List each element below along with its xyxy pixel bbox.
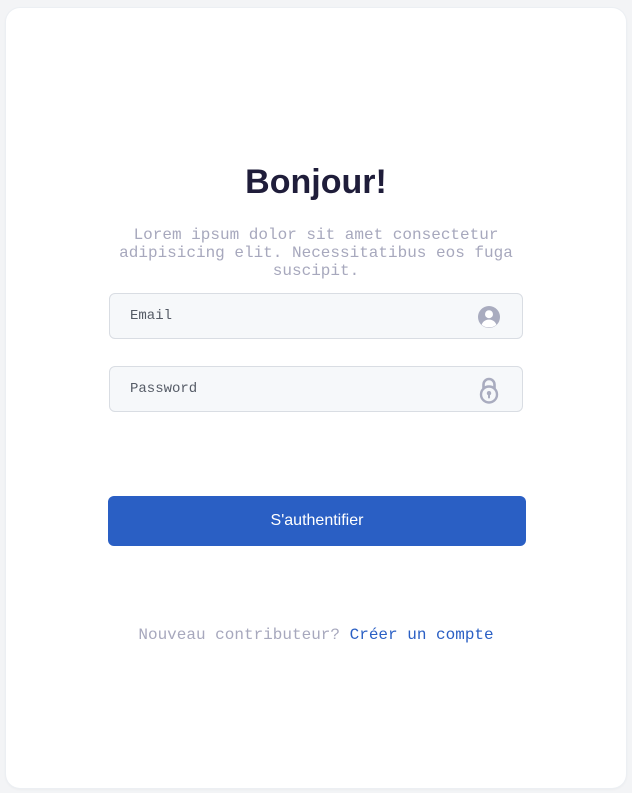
- page-subtitle: Lorem ipsum dolor sit amet consectetur a…: [119, 226, 513, 280]
- signup-prompt-text: Nouveau contributeur?: [138, 626, 340, 644]
- page-title: Bonjour!: [245, 163, 387, 201]
- password-field[interactable]: [110, 367, 490, 411]
- user-circle-icon: [477, 305, 501, 329]
- login-button[interactable]: S'authentifier: [108, 496, 526, 546]
- email-field-container: [109, 293, 523, 339]
- login-card: Bonjour! Lorem ipsum dolor sit amet cons…: [6, 8, 626, 788]
- email-field[interactable]: [110, 294, 490, 338]
- create-account-link[interactable]: Créer un compte: [350, 626, 494, 644]
- lock-icon: [477, 377, 501, 404]
- signup-prompt: Nouveau contributeur? Créer un compte: [6, 626, 626, 644]
- password-field-container: [109, 366, 523, 412]
